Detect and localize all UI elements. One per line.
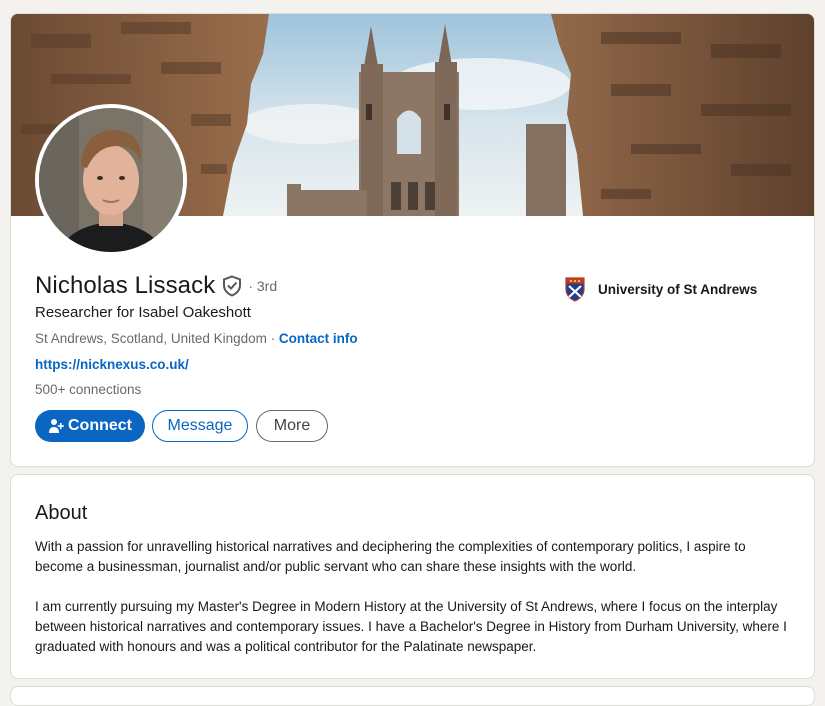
next-section-card: [10, 686, 815, 706]
contact-info-link[interactable]: Contact info: [279, 331, 358, 346]
about-paragraph: I am currently pursuing my Master's Degr…: [35, 599, 787, 654]
profile-card: Nicholas Lissack · 3rd Researcher for Is…: [10, 13, 815, 467]
profile-name: Nicholas Lissack: [35, 272, 216, 299]
profile-avatar[interactable]: [35, 104, 187, 256]
education-item[interactable]: University of St Andrews: [564, 276, 757, 302]
website-link[interactable]: https://nicknexus.co.uk/: [35, 357, 189, 372]
verified-shield-icon[interactable]: [222, 275, 242, 297]
location-row: St Andrews, Scotland, United Kingdom · C…: [35, 331, 358, 346]
more-button[interactable]: More: [256, 410, 328, 442]
connect-button[interactable]: Connect: [35, 410, 145, 442]
education-name: University of St Andrews: [598, 281, 758, 297]
profile-location: St Andrews, Scotland, United Kingdom: [35, 331, 267, 346]
about-paragraph: With a passion for unravelling historica…: [35, 539, 746, 574]
about-card: About With a passion for unravelling his…: [10, 474, 815, 679]
message-button[interactable]: Message: [152, 410, 248, 442]
connections-count[interactable]: 500+ connections: [35, 382, 141, 397]
name-row: Nicholas Lissack · 3rd: [35, 272, 277, 300]
location-separator: ·: [266, 331, 279, 346]
profile-headline: Researcher for Isabel Oakeshott: [35, 304, 251, 321]
connection-degree: · 3rd: [248, 278, 278, 294]
add-person-icon: [48, 418, 64, 434]
connect-label: Connect: [68, 417, 132, 434]
university-crest-icon: [564, 276, 586, 302]
about-heading: About: [35, 502, 88, 524]
